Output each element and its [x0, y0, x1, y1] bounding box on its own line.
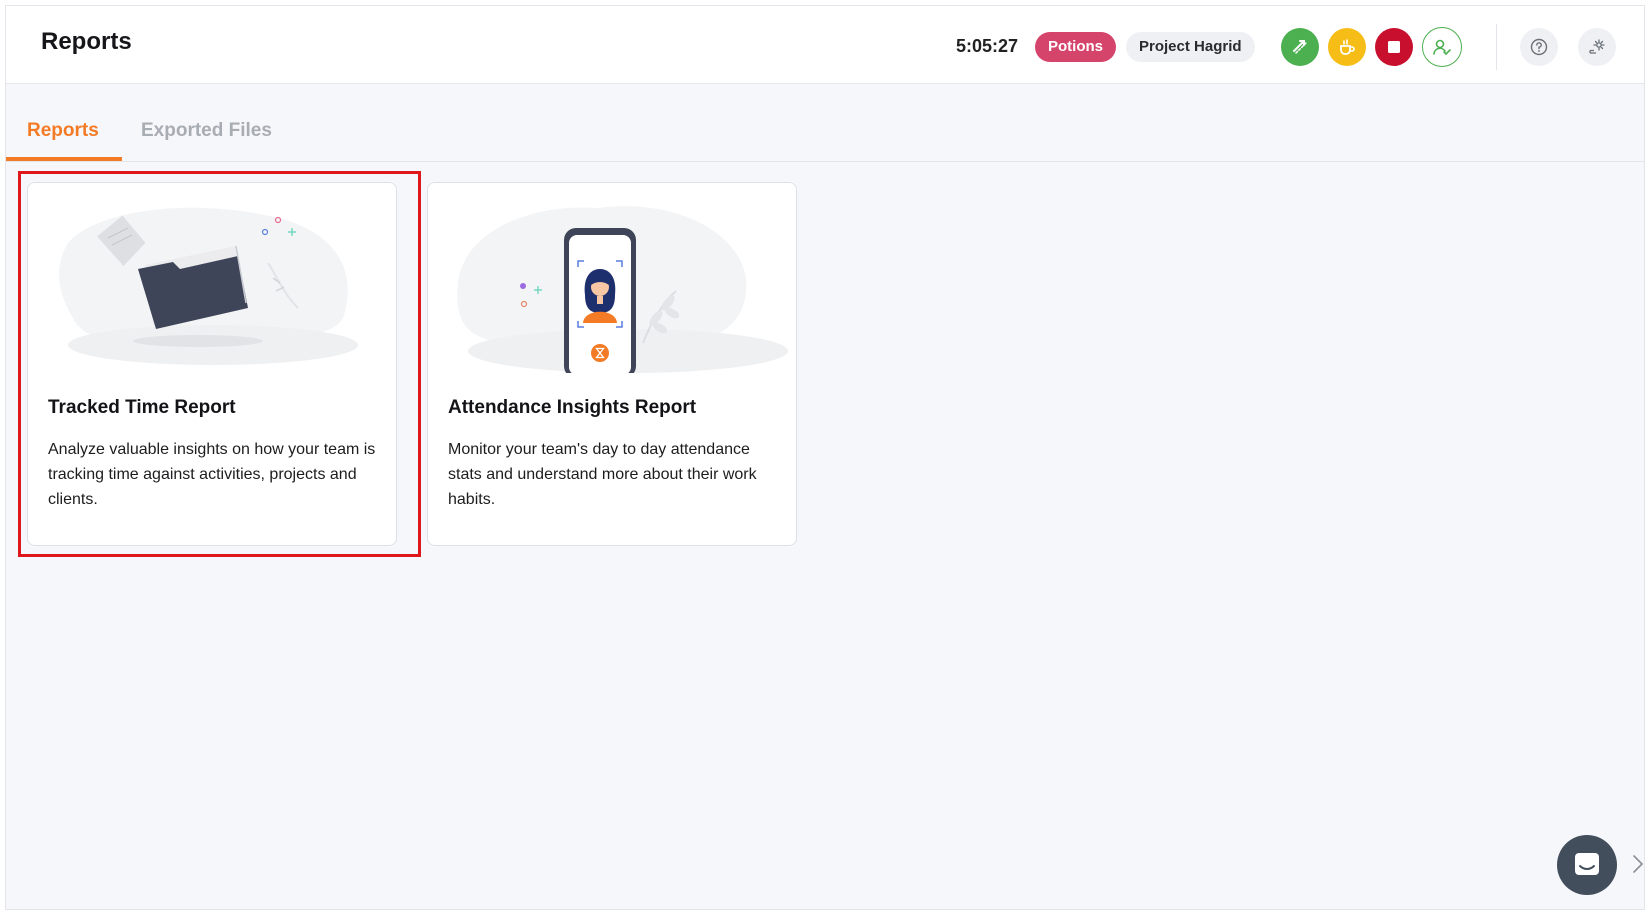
- attendance-insights-report-card[interactable]: Attendance Insights Report Monitor your …: [427, 182, 797, 546]
- user-check-icon: [1433, 39, 1451, 56]
- help-button[interactable]: [1520, 28, 1558, 66]
- coffee-break-icon: [1340, 39, 1355, 55]
- transfer-icon: [1293, 40, 1307, 54]
- activity-chip[interactable]: Potions: [1035, 32, 1116, 62]
- tab-bar: Reports Exported Files: [6, 84, 1644, 162]
- settings-button[interactable]: [1578, 28, 1616, 66]
- tab-exported-files[interactable]: Exported Files: [141, 120, 272, 142]
- chat-icon: [1575, 853, 1599, 875]
- chat-button[interactable]: [1557, 835, 1617, 895]
- active-tab-indicator: [6, 157, 122, 161]
- top-header: Reports 5:05:27 Potions Project Hagrid: [6, 6, 1644, 84]
- header-divider: [1496, 24, 1497, 70]
- card-description: Monitor your team's day to day attendanc…: [448, 441, 757, 508]
- card-title: Tracked Time Report: [48, 397, 236, 418]
- user-status-button[interactable]: [1422, 27, 1462, 67]
- tracked-time-report-card[interactable]: Tracked Time Report Analyze valuable ins…: [27, 182, 397, 546]
- phone-attendance-illustration: [428, 183, 796, 378]
- help-icon: [1530, 38, 1548, 56]
- tab-reports[interactable]: Reports: [27, 120, 99, 142]
- app-window: Reports 5:05:27 Potions Project Hagrid R…: [5, 5, 1645, 910]
- stop-icon: [1388, 41, 1400, 53]
- project-chip[interactable]: Project Hagrid: [1126, 32, 1255, 62]
- card-description: Analyze valuable insights on how your te…: [48, 441, 376, 508]
- folder-illustration: [28, 183, 396, 373]
- card-illustration-area: [28, 183, 396, 373]
- card-illustration-area: [428, 183, 796, 378]
- page-title: Reports: [41, 28, 132, 55]
- stop-button[interactable]: [1375, 28, 1413, 66]
- settings-icon: [1589, 39, 1605, 54]
- collapse-panel-button[interactable]: [1632, 854, 1644, 879]
- timer-display: 5:05:27: [956, 36, 1019, 56]
- card-title: Attendance Insights Report: [448, 397, 697, 418]
- transfer-button[interactable]: [1281, 28, 1319, 66]
- chevron-right-icon: [1633, 855, 1644, 873]
- break-button[interactable]: [1328, 28, 1366, 66]
